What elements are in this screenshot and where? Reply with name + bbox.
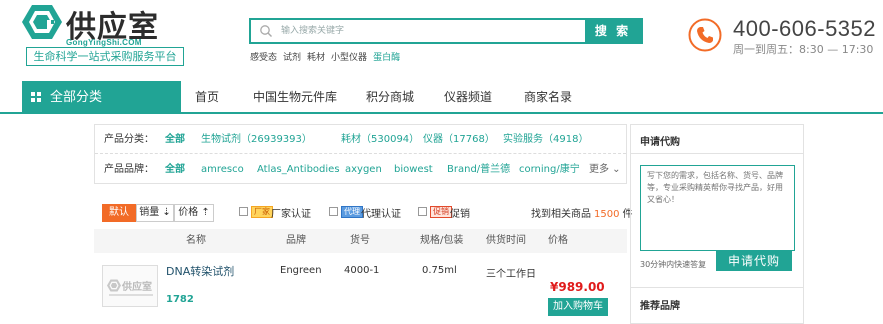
thumbnail-divider [109, 294, 153, 296]
sort-sales-button[interactable]: 销量 ⇣ [136, 204, 174, 222]
manufacturer-tag: 厂家 [251, 206, 273, 218]
nav-item-home[interactable]: 首页 [195, 81, 219, 114]
category-option[interactable]: 生物试剂（26939393） [201, 125, 312, 154]
promo-tag: 促销 [430, 206, 452, 218]
search-input[interactable] [281, 22, 581, 40]
product-thumbnail[interactable]: 供应室 [102, 265, 158, 307]
purchase-request-textarea[interactable] [640, 165, 795, 251]
agent-filter-checkbox[interactable] [329, 207, 338, 216]
grid-icon [31, 92, 41, 102]
phone-number: 400-606-5352 [733, 16, 877, 41]
search-box: 搜 索 [249, 18, 643, 44]
product-count: 1782 [166, 294, 194, 305]
brand-option[interactable]: corning/康宁 [519, 155, 580, 184]
column-header-brand: 品牌 [286, 235, 306, 246]
hot-words: 感受态 试剂 耗材 小型仪器 蛋白酶 [250, 50, 406, 63]
agent-tag: 代理 [341, 206, 363, 218]
brand-option[interactable]: biowest [394, 155, 433, 184]
brand-option[interactable]: Atlas_Antibodies [257, 155, 340, 184]
all-categories-label: 全部分类 [50, 90, 103, 105]
brand-option[interactable]: amresco [201, 155, 244, 184]
product-sku: 4000-1 [344, 265, 380, 276]
brand-filter-row: 产品品牌： 全部 amresco Atlas_Antibodies axygen… [95, 155, 626, 184]
brand-option[interactable]: 全部 [165, 155, 185, 184]
nav-item-merchants[interactable]: 商家名录 [524, 81, 572, 114]
filter-panel: 产品分类： 全部 生物试剂（26939393） 耗材（530094） 仪器（17… [94, 124, 627, 184]
purchase-request-panel: 申请代购 30分钟内快速答复 申请代购 推荐品牌 [630, 124, 804, 324]
category-option[interactable]: 实验服务（4918） [503, 125, 588, 154]
category-filter-row: 产品分类： 全部 生物试剂（26939393） 耗材（530094） 仪器（17… [95, 125, 626, 154]
category-option[interactable]: 耗材（530094） [341, 125, 419, 154]
product-brand: Engreen [280, 265, 322, 276]
main-nav: 全部分类 首页 中国生物元件库 积分商城 仪器频道 商家名录 [0, 81, 883, 114]
column-header-price: 价格 [548, 235, 568, 246]
logo-domain: GongYingShi.COM [66, 38, 142, 47]
result-count: 找到相关商品 1500 件 [531, 205, 632, 220]
brand-option[interactable]: Brand/普兰德 [447, 155, 510, 184]
hot-word-link[interactable]: 试剂 [283, 53, 301, 63]
hot-word-link[interactable]: 小型仪器 [331, 53, 367, 63]
agent-filter-label[interactable]: 代理认证 [361, 205, 401, 220]
table-row: 供应室 DNA转染试剂 1782 Engreen 4000-1 0.75ml 三… [94, 253, 627, 324]
logo-mark-icon [22, 5, 62, 39]
manufacturer-filter-label[interactable]: 厂家认证 [271, 205, 311, 220]
submit-purchase-request-button[interactable]: 申请代购 [716, 251, 792, 271]
purchase-request-title: 申请代购 [640, 137, 680, 148]
nav-item-points-mall[interactable]: 积分商城 [366, 81, 414, 114]
brand-filter-label: 产品品牌： [104, 164, 154, 175]
promo-filter-checkbox[interactable] [418, 207, 427, 216]
column-header-spec: 规格/包装 [420, 235, 464, 246]
hot-word-link[interactable]: 感受态 [250, 53, 277, 63]
sort-default-button[interactable]: 默认 [102, 204, 136, 222]
result-count-number: 1500 [594, 209, 620, 220]
recommended-brands-title: 推荐品牌 [640, 301, 680, 312]
add-to-cart-button[interactable]: 加入购物车 [548, 298, 608, 316]
sort-price-button[interactable]: 价格 ⇡ [174, 204, 214, 222]
response-time-note: 30分钟内快速答复 [640, 260, 707, 269]
search-button[interactable]: 搜 索 [585, 20, 641, 42]
service-hours: 周一到周五：8:30 — 17:30 [733, 43, 874, 56]
hot-word-link[interactable]: 耗材 [307, 53, 325, 63]
result-count-prefix: 找到相关商品 [531, 209, 591, 220]
sort-bar: 默认 销量 ⇣ 价格 ⇡ 厂家 厂家认证 代理 代理认证 促销 促销 找到相关商… [94, 199, 632, 227]
table-header: 名称 品牌 货号 规格/包装 供货时间 价格 [94, 229, 627, 253]
category-option[interactable]: 仪器（17768） [423, 125, 495, 154]
category-option[interactable]: 全部 [165, 125, 185, 154]
nav-item-parts-library[interactable]: 中国生物元件库 [253, 81, 337, 114]
slogan: 生命科学一站式采购服务平台 [26, 47, 184, 66]
search-icon [260, 25, 272, 37]
product-spec: 0.75ml [422, 265, 457, 276]
nav-item-instruments[interactable]: 仪器频道 [444, 81, 492, 114]
all-categories-button[interactable]: 全部分类 [22, 81, 181, 114]
product-lead-time: 三个工作日 [486, 269, 536, 280]
category-filter-label: 产品分类： [104, 134, 154, 145]
manufacturer-filter-checkbox[interactable] [239, 207, 248, 216]
divider [631, 153, 803, 154]
logo-mark-icon [107, 279, 121, 292]
brand-option[interactable]: axygen [345, 155, 382, 184]
column-header-name: 名称 [186, 235, 206, 246]
phone-icon [688, 18, 722, 52]
divider [631, 287, 803, 288]
product-name-link[interactable]: DNA转染试剂 [166, 263, 234, 279]
column-header-lead-time: 供货时间 [486, 235, 526, 246]
more-brands-toggle[interactable]: 更多 ⌄ [589, 155, 621, 184]
column-header-sku: 货号 [350, 235, 370, 246]
product-price: ¥989.00 [550, 280, 605, 294]
promo-filter-label[interactable]: 促销 [450, 205, 470, 220]
thumbnail-logo-text: 供应室 [122, 282, 152, 293]
hot-word-link[interactable]: 蛋白酶 [373, 53, 400, 63]
